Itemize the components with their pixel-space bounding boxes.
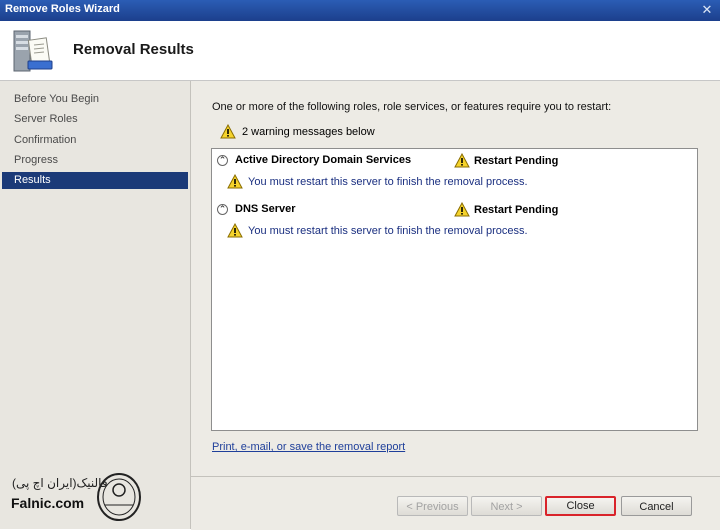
role-status: Restart Pending [454, 153, 558, 168]
warning-icon [454, 202, 470, 217]
warning-icon [227, 223, 243, 238]
restart-intro: One or more of the following roles, role… [212, 101, 612, 113]
collapse-icon[interactable]: ⌃ [217, 204, 228, 215]
main-content: One or more of the following roles, role… [191, 81, 720, 476]
role-message-text: You must restart this server to finish t… [248, 175, 528, 188]
server-roles-icon [13, 30, 53, 72]
nav-item-confirmation[interactable]: Confirmation [2, 132, 188, 149]
close-button[interactable]: Close [545, 496, 616, 516]
page-title: Removal Results [73, 41, 194, 58]
nav-item-results[interactable]: Results [2, 172, 188, 189]
wizard-footer: < Previous Next > Close Cancel [191, 476, 720, 530]
results-list: ⌃ Active Directory Domain Services Resta… [211, 148, 698, 431]
role-status-text: Restart Pending [474, 154, 559, 167]
title-bar: Remove Roles Wizard ✕ [0, 0, 720, 21]
role-name: Active Directory Domain Services [235, 154, 412, 166]
role-status: Restart Pending [454, 202, 558, 217]
watermark-fa-text: فالنیک(ایران اچ پی) [12, 476, 108, 490]
wizard-header: Removal Results [0, 21, 720, 81]
warning-summary-text: 2 warning messages below [242, 125, 375, 138]
role-message-text: You must restart this server to finish t… [248, 224, 528, 237]
nav-item-server-roles[interactable]: Server Roles [2, 111, 188, 128]
next-button[interactable]: Next > [471, 496, 542, 516]
cancel-button[interactable]: Cancel [621, 496, 692, 516]
watermark-logo: فالنیک(ایران اچ پی) Falnic.com [8, 470, 188, 526]
previous-button[interactable]: < Previous [397, 496, 468, 516]
role-message: You must restart this server to finish t… [227, 174, 528, 189]
watermark-en-text: Falnic.com [11, 495, 85, 511]
warning-icon [454, 153, 470, 168]
role-name: DNS Server [235, 203, 296, 215]
role-row-dns: ⌃ DNS Server Restart Pending [217, 202, 687, 219]
wizard-steps: Before You Begin Server Roles Confirmati… [0, 81, 191, 529]
collapse-icon[interactable]: ⌃ [217, 155, 228, 166]
warning-icon [220, 124, 236, 139]
window-close-icon[interactable]: ✕ [698, 2, 716, 18]
role-message: You must restart this server to finish t… [227, 223, 528, 238]
role-row-adds: ⌃ Active Directory Domain Services Resta… [217, 153, 687, 170]
warning-icon [227, 174, 243, 189]
nav-item-progress[interactable]: Progress [2, 152, 188, 169]
window-title: Remove Roles Wizard [5, 3, 120, 15]
role-status-text: Restart Pending [474, 203, 559, 216]
report-link[interactable]: Print, e-mail, or save the removal repor… [212, 441, 405, 453]
warning-summary: 2 warning messages below [220, 124, 375, 139]
nav-item-before-you-begin[interactable]: Before You Begin [2, 91, 188, 108]
seal-icon [97, 473, 141, 521]
